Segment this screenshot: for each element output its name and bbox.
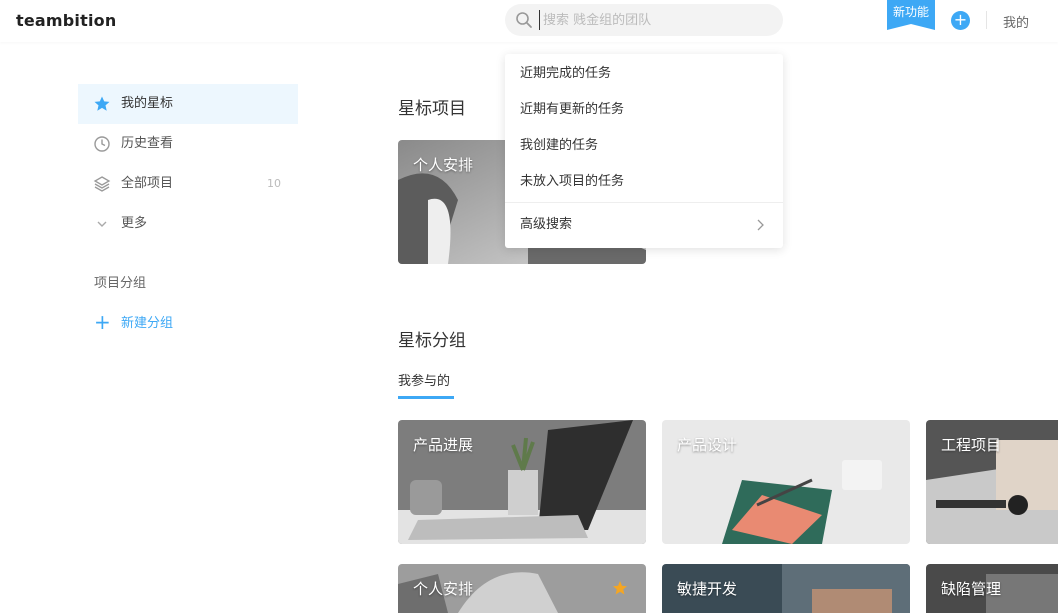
- card-title: 缺陷管理: [941, 580, 1002, 598]
- card-title: 产品进展: [413, 436, 474, 454]
- advanced-search-label: 高级搜索: [520, 217, 573, 232]
- group-card-personal[interactable]: 个人安排: [398, 564, 646, 613]
- sidebar-item-history[interactable]: 历史查看: [78, 124, 298, 164]
- group-card-product-progress[interactable]: 产品进展: [398, 420, 646, 544]
- star-icon[interactable]: [612, 580, 628, 596]
- app-logo[interactable]: teambition: [16, 11, 116, 30]
- sidebar-item-more[interactable]: 更多: [78, 204, 298, 244]
- new-feature-badge[interactable]: 新功能: [887, 0, 935, 30]
- new-group-button[interactable]: + 新建分组: [78, 304, 298, 344]
- my-menu[interactable]: 我的: [1003, 12, 1029, 31]
- search-icon: [516, 12, 532, 28]
- top-bar: teambition 新功能 + 我的: [0, 0, 1058, 42]
- sidebar-item-label: 全部项目: [121, 176, 174, 191]
- star-icon: [94, 96, 110, 111]
- dropdown-item-recently-completed[interactable]: 近期完成的任务: [505, 56, 783, 92]
- sidebar-item-all-projects[interactable]: 全部项目 10: [78, 164, 298, 204]
- group-card-agile[interactable]: 敏捷开发: [662, 564, 910, 613]
- sidebar-item-starred[interactable]: 我的星标: [78, 84, 298, 124]
- chevron-right-icon: [757, 219, 764, 231]
- chevron-down-icon: [97, 221, 107, 227]
- card-title: 个人安排: [413, 580, 474, 598]
- header-divider: [986, 11, 987, 29]
- dropdown-item-created-by-me[interactable]: 我创建的任务: [505, 128, 783, 164]
- add-button[interactable]: +: [951, 11, 970, 30]
- project-count: 10: [267, 177, 281, 190]
- sidebar: 我的星标 历史查看 全部项目 10 更多 项目分组 + 新建分组: [78, 84, 298, 344]
- sidebar-item-label: 历史查看: [121, 136, 174, 151]
- tab-participated[interactable]: 我参与的: [398, 370, 450, 389]
- layers-icon: [93, 176, 111, 192]
- plus-icon: +: [94, 310, 111, 334]
- clock-icon: [94, 136, 110, 152]
- group-card-engineering[interactable]: 工程项目: [926, 420, 1058, 544]
- group-card-product-design[interactable]: 产品设计: [662, 420, 910, 544]
- group-card-defect[interactable]: 缺陷管理: [926, 564, 1058, 613]
- tab-active-indicator: [398, 396, 454, 399]
- search-box[interactable]: [505, 4, 783, 36]
- search-dropdown: 近期完成的任务 近期有更新的任务 我创建的任务 未放入项目的任务 高级搜索: [505, 54, 783, 248]
- sidebar-item-label: 更多: [121, 216, 148, 231]
- dropdown-divider: [505, 202, 783, 203]
- sidebar-item-label: 我的星标: [121, 96, 174, 111]
- card-title: 产品设计: [677, 436, 738, 454]
- dropdown-item-advanced-search[interactable]: 高级搜索: [505, 207, 783, 243]
- search-input[interactable]: [539, 10, 773, 30]
- new-group-label: 新建分组: [121, 316, 174, 331]
- project-group-heading: 项目分组: [94, 276, 147, 291]
- dropdown-item-unassigned[interactable]: 未放入项目的任务: [505, 164, 783, 200]
- starred-groups-title: 星标分组: [398, 331, 466, 351]
- card-title: 个人安排: [413, 156, 474, 174]
- card-title: 工程项目: [941, 436, 1002, 454]
- card-title: 敏捷开发: [677, 580, 738, 598]
- starred-projects-title: 星标项目: [398, 99, 466, 119]
- dropdown-item-recently-updated[interactable]: 近期有更新的任务: [505, 92, 783, 128]
